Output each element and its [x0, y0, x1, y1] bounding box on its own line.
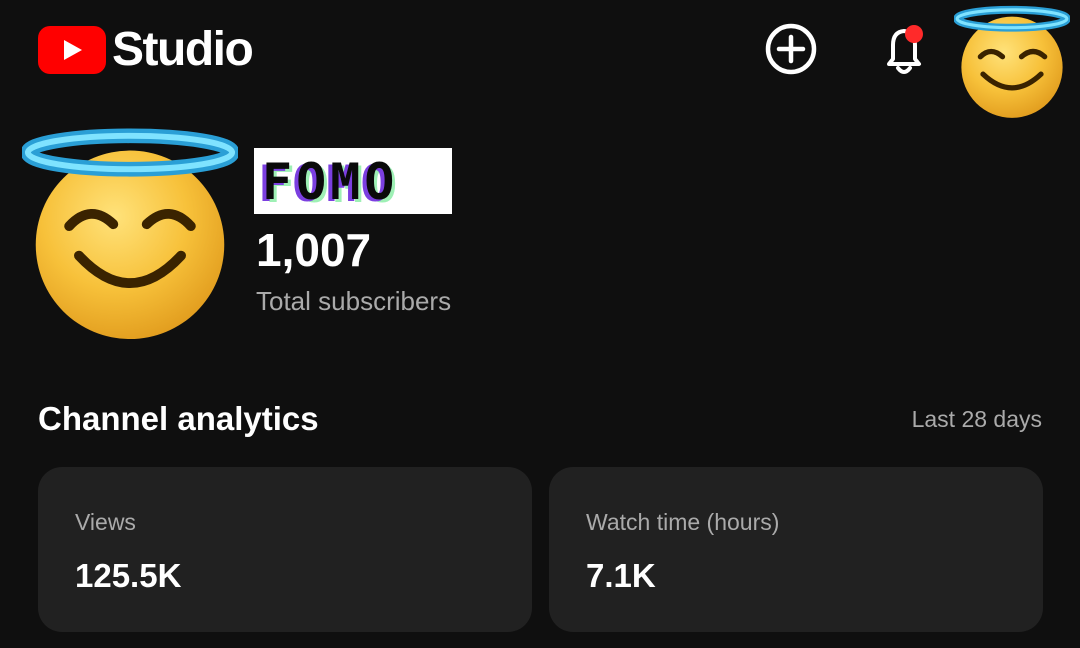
bell-icon [887, 29, 921, 74]
watch-time-card[interactable]: Watch time (hours) 7.1K [549, 467, 1043, 632]
channel-name[interactable]: FOMO [262, 152, 398, 212]
create-button[interactable] [762, 20, 820, 78]
views-card[interactable]: Views 125.5K [38, 467, 532, 632]
app-name: Studio [112, 23, 254, 76]
smiling-face-with-halo-icon [953, 5, 1071, 118]
youtube-logo-icon[interactable] [38, 26, 106, 74]
views-value: 125.5K [75, 557, 182, 594]
notifications-button[interactable] [872, 20, 936, 80]
watch-time-label: Watch time (hours) [586, 509, 780, 535]
top-app-bar: Studio [0, 0, 1080, 118]
watch-time-value: 7.1K [586, 557, 656, 594]
account-avatar[interactable] [953, 4, 1071, 120]
section-title: Channel analytics [38, 400, 319, 437]
play-triangle-icon [64, 40, 82, 60]
notification-badge [905, 25, 923, 43]
plus-circle-icon [765, 23, 817, 75]
views-label: Views [75, 509, 136, 535]
subscriber-count: 1,007 [256, 224, 372, 276]
date-range-label: Last 28 days [911, 406, 1042, 432]
subscriber-label: Total subscribers [256, 286, 452, 316]
channel-avatar[interactable] [20, 126, 240, 342]
smiling-face-with-halo-icon [20, 128, 240, 340]
